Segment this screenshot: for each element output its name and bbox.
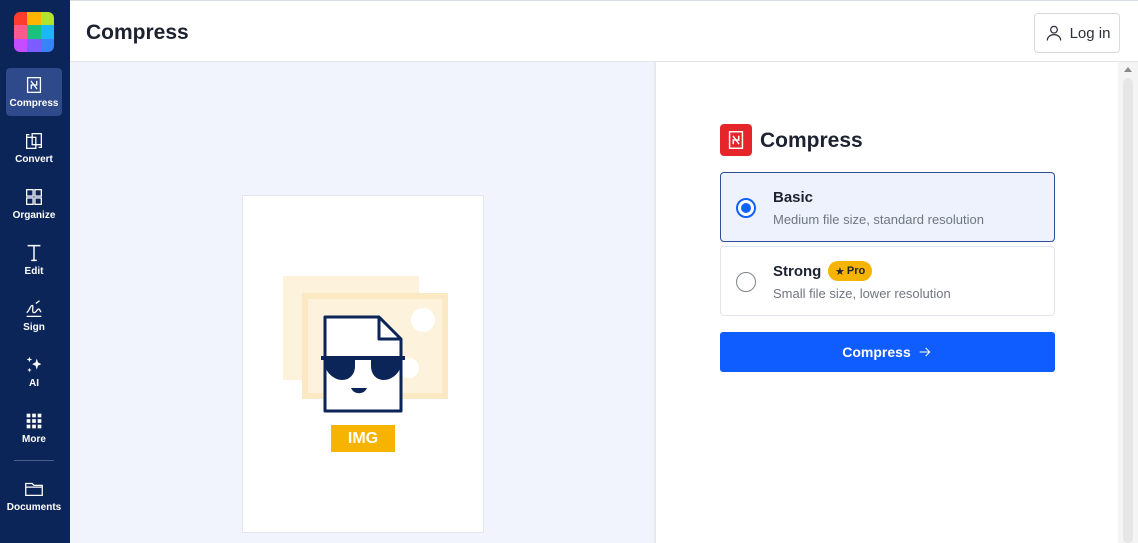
compress-button-label: Compress xyxy=(842,344,911,360)
file-sunglasses-icon xyxy=(283,276,448,413)
sidebar-item-compress[interactable]: Compress xyxy=(6,68,62,116)
edit-text-icon xyxy=(27,244,41,262)
option-basic[interactable]: Basic Medium file size, standard resolut… xyxy=(720,172,1055,242)
user-icon xyxy=(1046,25,1061,41)
sidebar-item-edit[interactable]: Edit xyxy=(6,236,62,284)
file-preview-pane: IMG xyxy=(70,62,654,543)
sidebar-item-label: Organize xyxy=(12,210,56,221)
login-label: Log in xyxy=(1069,24,1111,42)
sidebar-item-label: Documents xyxy=(6,502,62,513)
pro-badge: ★ Pro xyxy=(828,261,873,281)
radio-strong[interactable] xyxy=(736,272,756,292)
option-name: Strong xyxy=(773,263,822,280)
folder-icon xyxy=(25,482,43,497)
signature-icon xyxy=(26,300,42,317)
compress-options-panel: Compress Basic Medium file size, standar… xyxy=(656,62,1118,543)
pro-badge-label: Pro xyxy=(846,265,866,277)
compress-button[interactable]: Compress xyxy=(720,332,1055,372)
radio-basic[interactable] xyxy=(736,198,756,218)
option-description: Small file size, lower resolution xyxy=(773,286,951,301)
sidebar-item-label: Edit xyxy=(24,266,44,277)
organize-icon xyxy=(26,189,42,205)
sidebar-item-documents[interactable]: Documents xyxy=(4,472,64,520)
sidebar-item-label: Sign xyxy=(23,322,45,333)
app-logo[interactable] xyxy=(14,12,54,52)
convert-icon xyxy=(26,133,42,149)
option-strong[interactable]: Strong ★ Pro Small file size, lower reso… xyxy=(720,246,1055,316)
options-heading: Compress xyxy=(760,129,863,152)
top-header: Compress Log in xyxy=(70,0,1138,62)
sidebar-item-more[interactable]: More xyxy=(6,404,62,452)
star-icon: ★ xyxy=(835,265,845,278)
vertical-scrollbar[interactable] xyxy=(1118,62,1138,543)
scroll-up-icon[interactable] xyxy=(1124,67,1132,72)
sparkle-icon xyxy=(26,356,42,373)
compress-icon xyxy=(26,77,42,93)
scroll-thumb[interactable] xyxy=(1123,78,1133,543)
sidebar-item-ai[interactable]: AI xyxy=(6,348,62,396)
sidebar-item-label: Convert xyxy=(15,154,53,165)
sidebar-item-label: AI xyxy=(29,378,39,389)
page-title: Compress xyxy=(86,21,189,44)
option-description: Medium file size, standard resolution xyxy=(773,212,984,227)
sidebar-item-organize[interactable]: Organize xyxy=(6,180,62,228)
grid-dots-icon xyxy=(26,413,42,429)
arrow-right-icon xyxy=(919,347,931,357)
sidebar-item-label: More xyxy=(22,434,46,445)
file-preview-card[interactable]: IMG xyxy=(242,195,484,533)
compress-tool-icon xyxy=(720,124,752,156)
sidebar-item-convert[interactable]: Convert xyxy=(6,124,62,172)
sidebar: Compress Convert Organize Edit Sign AI M… xyxy=(0,0,70,543)
login-button[interactable]: Log in xyxy=(1034,13,1120,53)
sidebar-divider xyxy=(14,460,54,461)
sidebar-item-sign[interactable]: Sign xyxy=(6,292,62,340)
sidebar-item-label: Compress xyxy=(9,98,59,109)
file-type-badge: IMG xyxy=(331,425,395,452)
option-name: Basic xyxy=(773,189,814,206)
